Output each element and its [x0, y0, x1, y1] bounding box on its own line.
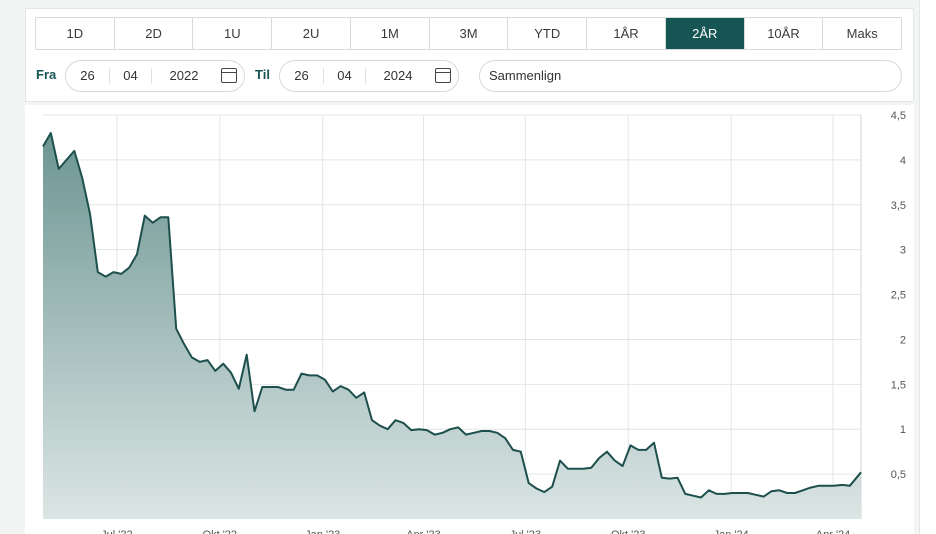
price-chart: 4,5 4 3,5 3 2,5 2 1,5 1 0,5 Jul '22 Okt '22 Jan '23… — [42, 110, 906, 534]
x-tick-label: Jul '22 — [101, 529, 132, 534]
calendar-icon[interactable] — [435, 68, 451, 83]
range-button-7[interactable]: 1ÅR — [587, 18, 666, 49]
x-tick-label: Jan '23 — [305, 529, 340, 534]
from-year[interactable]: 2022 — [152, 68, 216, 84]
x-tick-label: Okt '23 — [611, 529, 646, 534]
y-tick-label: 1,5 — [891, 379, 906, 391]
calendar-icon[interactable] — [221, 68, 237, 83]
to-day[interactable]: 26 — [280, 68, 324, 84]
range-button-5[interactable]: 3M — [430, 18, 509, 49]
range-button-2[interactable]: 1U — [193, 18, 273, 49]
y-tick-label: 2 — [900, 334, 906, 346]
range-button-3[interactable]: 2U — [272, 18, 351, 49]
compare-input[interactable]: Sammenlign — [479, 60, 902, 92]
to-label: Til — [255, 67, 270, 82]
range-button-6[interactable]: YTD — [508, 18, 588, 49]
y-tick-label: 4,5 — [891, 110, 906, 122]
price-area — [43, 133, 861, 519]
range-button-0[interactable]: 1D — [36, 18, 115, 49]
y-tick-label: 0,5 — [891, 469, 906, 481]
y-tick-label: 1 — [900, 424, 906, 436]
side-card — [919, 0, 936, 534]
x-tick-label: Jan '24 — [714, 529, 749, 534]
right-edge — [914, 0, 936, 534]
range-button-4[interactable]: 1M — [351, 18, 430, 49]
y-tick-label: 3,5 — [891, 200, 906, 212]
x-tick-label: Okt '22 — [203, 529, 238, 534]
from-date-field[interactable]: 26 04 2022 — [65, 60, 245, 92]
range-button-10[interactable]: Maks — [823, 18, 901, 49]
range-button-8[interactable]: 2ÅR — [665, 18, 745, 49]
range-button-1[interactable]: 2D — [115, 18, 194, 49]
to-month[interactable]: 04 — [324, 68, 366, 84]
x-tick-label: Apr '24 — [816, 529, 851, 534]
to-year[interactable]: 2024 — [366, 68, 430, 84]
y-tick-label: 2,5 — [891, 290, 906, 302]
y-tick-label: 3 — [900, 245, 906, 257]
to-date-field[interactable]: 26 04 2024 — [279, 60, 459, 92]
from-day[interactable]: 26 — [66, 68, 110, 84]
range-selector: 1D 2D 1U 2U 1M 3M YTD 1ÅR 2ÅR 10ÅR Maks — [35, 17, 902, 50]
x-tick-label: Jul '23 — [510, 529, 541, 534]
y-tick-label: 4 — [900, 155, 906, 167]
x-tick-label: Apr '23 — [406, 529, 441, 534]
from-month[interactable]: 04 — [110, 68, 152, 84]
range-button-9[interactable]: 10ÅR — [745, 18, 824, 49]
chart-card: 4,5 4 3,5 3 2,5 2 1,5 1 0,5 Jul '22 Okt '22 Jan '23… — [25, 105, 914, 534]
from-label: Fra — [36, 67, 57, 82]
